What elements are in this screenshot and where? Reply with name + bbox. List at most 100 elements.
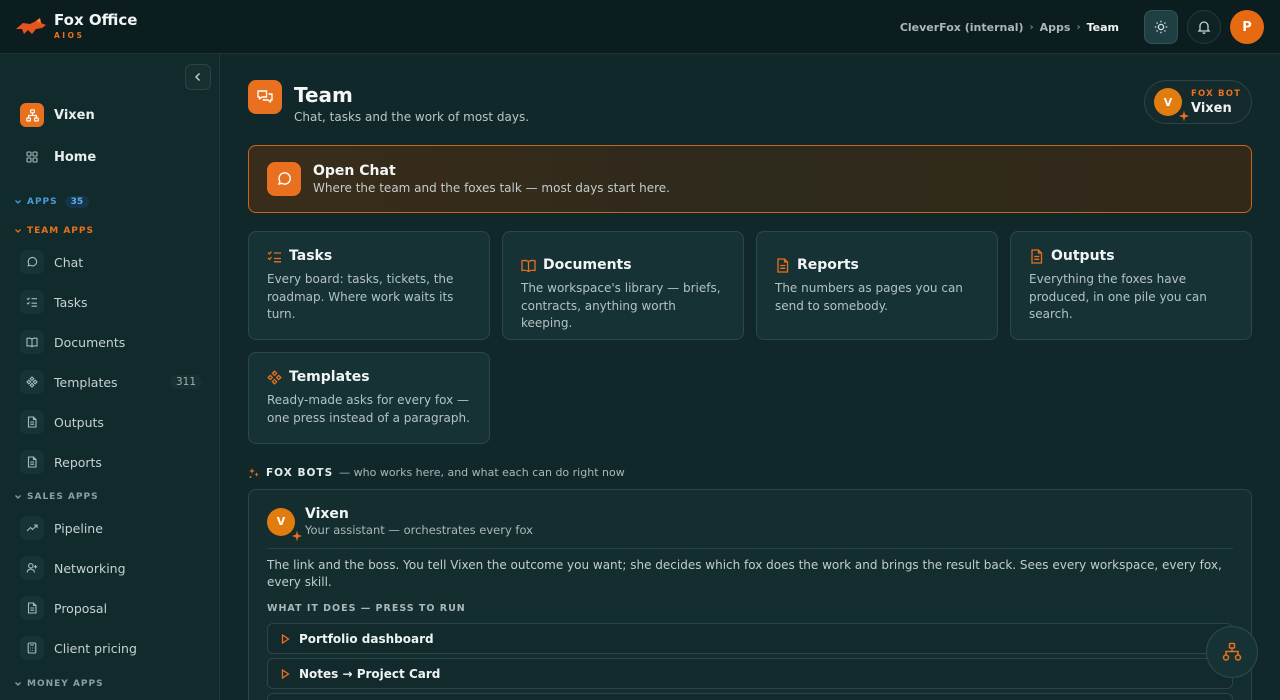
card-tasks[interactable]: Tasks Every board: tasks, tickets, the r…: [248, 231, 490, 340]
sidebar-item-client-pricing[interactable]: Client pricing: [20, 635, 202, 661]
card-title: Templates: [289, 369, 370, 385]
sidebar-item-label: Networking: [54, 560, 126, 576]
org-chart-fab-button[interactable]: [1206, 626, 1258, 678]
breadcrumb: CleverFox (internal) › Apps › Team: [900, 21, 1119, 34]
main-content: Team Chat, tasks and the work of most da…: [221, 54, 1280, 700]
bot-name: Vixen: [305, 506, 349, 522]
templates-count-badge: 311: [169, 375, 202, 389]
foxbots-section-header: FOX BOTS — who works here, and what each…: [248, 466, 625, 479]
bot-description: The link and the boss. You tell Vixen th…: [267, 558, 1222, 589]
card-documents[interactable]: Documents The workspace's library — brie…: [502, 231, 744, 340]
apps-count-badge: 35: [64, 196, 90, 208]
sidebar-item-label: Outputs: [54, 414, 104, 430]
action-label: Portfolio dashboard: [299, 631, 434, 646]
org-chart-icon: [1222, 642, 1242, 661]
open-chat-card[interactable]: Open Chat Where the team and the foxes t…: [248, 145, 1252, 213]
sidebar-item-proposal[interactable]: Proposal: [20, 595, 202, 621]
section-sales-apps[interactable]: SALES APPS: [14, 492, 99, 502]
breadcrumb-item-current: Team: [1086, 20, 1119, 34]
breadcrumb-item-workspace[interactable]: CleverFox (internal): [900, 21, 1024, 34]
foxbots-description: — who works here, and what each can do r…: [339, 466, 625, 479]
sidebar-item-pipeline[interactable]: Pipeline: [20, 515, 202, 541]
book-icon: [521, 259, 536, 272]
user-avatar[interactable]: P: [1230, 10, 1264, 44]
fox-logo-icon: [16, 17, 46, 34]
chat-bubble-icon: [267, 162, 301, 196]
trend-icon: [20, 516, 44, 540]
open-chat-subtitle: Where the team and the foxes talk — most…: [313, 181, 670, 195]
sidebar-item-chat[interactable]: Chat: [20, 249, 202, 275]
foxbots-label: FOX BOTS: [266, 466, 334, 479]
sidebar: Vixen Home APPS 35 TEAM APPS Chat Tasks: [0, 54, 220, 700]
chat-icon: [20, 250, 44, 274]
card-description: Every board: tasks, tickets, the roadmap…: [267, 272, 454, 321]
chevron-down-icon: [15, 682, 21, 686]
divider: [267, 548, 1233, 549]
page-title: Team: [294, 83, 353, 107]
card-description: Ready-made asks for every fox — one pres…: [267, 393, 470, 425]
breadcrumb-item-apps[interactable]: Apps: [1040, 21, 1071, 34]
card-title: Reports: [797, 257, 859, 273]
page-subtitle: Chat, tasks and the work of most days.: [294, 110, 530, 124]
sidebar-item-tasks[interactable]: Tasks: [20, 289, 202, 315]
sidebar-item-label: Tasks: [54, 294, 88, 310]
card-templates[interactable]: Templates Ready-made asks for every fox …: [248, 352, 490, 444]
card-reports[interactable]: Reports The numbers as pages you can sen…: [756, 231, 998, 340]
section-money-apps[interactable]: MONEY APPS: [14, 679, 104, 689]
action-label: Notes → Project Card: [299, 666, 441, 681]
sidebar-item-label: Documents: [54, 334, 126, 350]
play-icon: [281, 633, 290, 644]
section-apps[interactable]: APPS 35: [14, 196, 90, 208]
foxbot-name: Vixen: [1191, 100, 1232, 116]
sun-icon: [1154, 20, 1168, 34]
sidebar-collapse-button[interactable]: [185, 64, 211, 90]
chevron-left-icon: [195, 73, 200, 81]
templates-icon: [267, 369, 282, 385]
action-portfolio-dashboard[interactable]: Portfolio dashboard: [267, 623, 1233, 654]
brand[interactable]: Fox Office AIOS: [14, 13, 137, 40]
sidebar-item-label: Vixen: [54, 107, 95, 123]
chevron-down-icon: [15, 495, 21, 499]
org-chart-icon: [20, 103, 44, 127]
file-icon: [1031, 248, 1043, 264]
notifications-button[interactable]: [1187, 10, 1221, 44]
tasks-icon: [20, 290, 44, 314]
foxbot-avatar: V: [1154, 88, 1189, 122]
top-bar: Fox Office AIOS CleverFox (internal) › A…: [0, 0, 1280, 54]
file-icon: [20, 596, 44, 620]
sidebar-item-documents[interactable]: Documents: [20, 329, 202, 355]
action-notes-project-card[interactable]: Notes → Project Card: [267, 658, 1233, 689]
bot-role: Your assistant — orchestrates every fox: [305, 523, 533, 537]
sparkle-icon: [292, 530, 302, 541]
sidebar-item-home[interactable]: Home: [20, 144, 202, 170]
play-icon: [281, 668, 290, 679]
card-title: Outputs: [1051, 248, 1115, 264]
sidebar-item-reports[interactable]: Reports: [20, 449, 202, 475]
sidebar-item-label: Proposal: [54, 600, 108, 616]
foxbot-tag: FOX BOT: [1191, 88, 1242, 99]
section-team-apps[interactable]: TEAM APPS: [14, 226, 94, 236]
sparkle-icon: [1179, 110, 1189, 122]
foxbot-chip[interactable]: V FOX BOT Vixen: [1144, 80, 1252, 124]
bot-avatar: V: [267, 507, 302, 541]
sidebar-item-outputs[interactable]: Outputs: [20, 409, 202, 435]
theme-toggle-button[interactable]: [1144, 10, 1178, 44]
sparkle-icon: [249, 467, 259, 478]
card-description: The workspace's library — briefs, contra…: [521, 281, 721, 330]
section-label: TEAM APPS: [27, 226, 94, 236]
card-outputs[interactable]: Outputs Everything the foxes have produc…: [1010, 231, 1252, 340]
file-icon: [777, 257, 789, 273]
chevron-down-icon: [15, 200, 21, 204]
action-item-partial[interactable]: [267, 693, 1233, 700]
actions-section-label: WHAT IT DOES — PRESS TO RUN: [267, 603, 466, 614]
section-label: APPS: [27, 197, 58, 207]
page-header: Team Chat, tasks and the work of most da…: [248, 80, 529, 124]
sidebar-item-networking[interactable]: Networking: [20, 555, 202, 581]
sidebar-item-templates[interactable]: Templates 311: [20, 369, 202, 395]
bell-icon: [1197, 21, 1211, 34]
card-title: Tasks: [289, 248, 333, 264]
grid-icon: [20, 145, 44, 169]
sidebar-item-workspace[interactable]: Vixen: [20, 102, 202, 128]
chevron-down-icon: [15, 229, 21, 233]
avatar-initial: V: [276, 515, 286, 528]
